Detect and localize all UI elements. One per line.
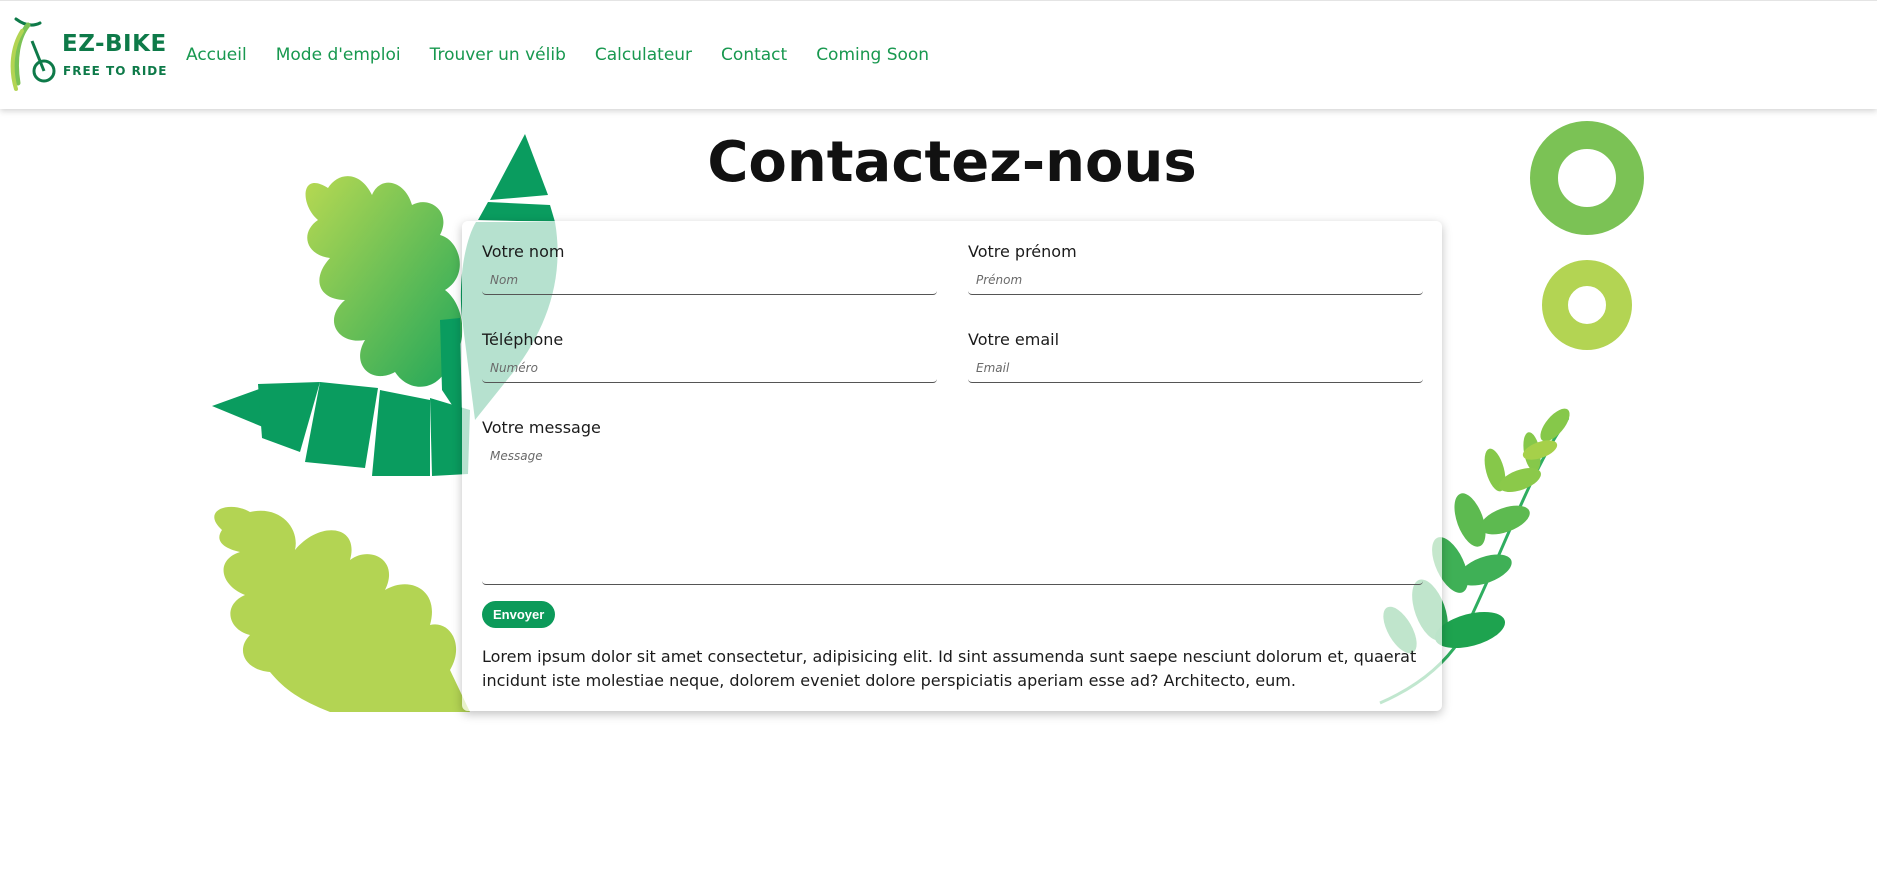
email-label: Votre email — [968, 330, 1060, 349]
page-title: Contactez-nous — [707, 130, 1197, 195]
bike-logo-icon — [10, 17, 56, 91]
brand-tagline: FREE TO RIDE — [63, 64, 168, 78]
banana-leaf-illustration — [212, 382, 470, 476]
main-nav: Accueil Mode d'emploi Trouver un vélib C… — [186, 45, 929, 65]
nav-link-coming-soon[interactable]: Coming Soon — [816, 45, 929, 65]
email-input[interactable] — [968, 353, 1423, 383]
ring-decoration-small — [1542, 260, 1632, 350]
message-textarea[interactable] — [482, 441, 1423, 585]
brand-logo[interactable]: EZ-BIKE FREE TO RIDE — [10, 13, 170, 95]
nom-label: Votre nom — [482, 242, 565, 261]
nom-input[interactable] — [482, 265, 937, 295]
nav-link-contact[interactable]: Contact — [721, 45, 787, 65]
contact-description: Lorem ipsum dolor sit amet consectetur, … — [482, 647, 1417, 690]
light-leaf-illustration — [214, 506, 470, 712]
nav-link-mode-emploi[interactable]: Mode d'emploi — [276, 45, 401, 65]
top-navbar: EZ-BIKE FREE TO RIDE Accueil Mode d'empl… — [0, 0, 1877, 109]
nav-link-trouver-velib[interactable]: Trouver un vélib — [430, 45, 566, 65]
nav-link-accueil[interactable]: Accueil — [186, 45, 247, 65]
contact-form-card: Votre nom Votre prénom Téléphone Votre e… — [462, 221, 1442, 711]
prenom-input[interactable] — [968, 265, 1423, 295]
submit-button[interactable]: Envoyer — [482, 601, 556, 628]
brand-name: EZ-BIKE — [62, 31, 167, 57]
nav-link-calculateur[interactable]: Calculateur — [595, 45, 692, 65]
telephone-label: Téléphone — [482, 330, 564, 349]
message-label: Votre message — [482, 418, 601, 437]
telephone-input[interactable] — [482, 353, 937, 383]
oak-leaf-illustration — [305, 176, 463, 387]
prenom-label: Votre prénom — [968, 242, 1077, 261]
